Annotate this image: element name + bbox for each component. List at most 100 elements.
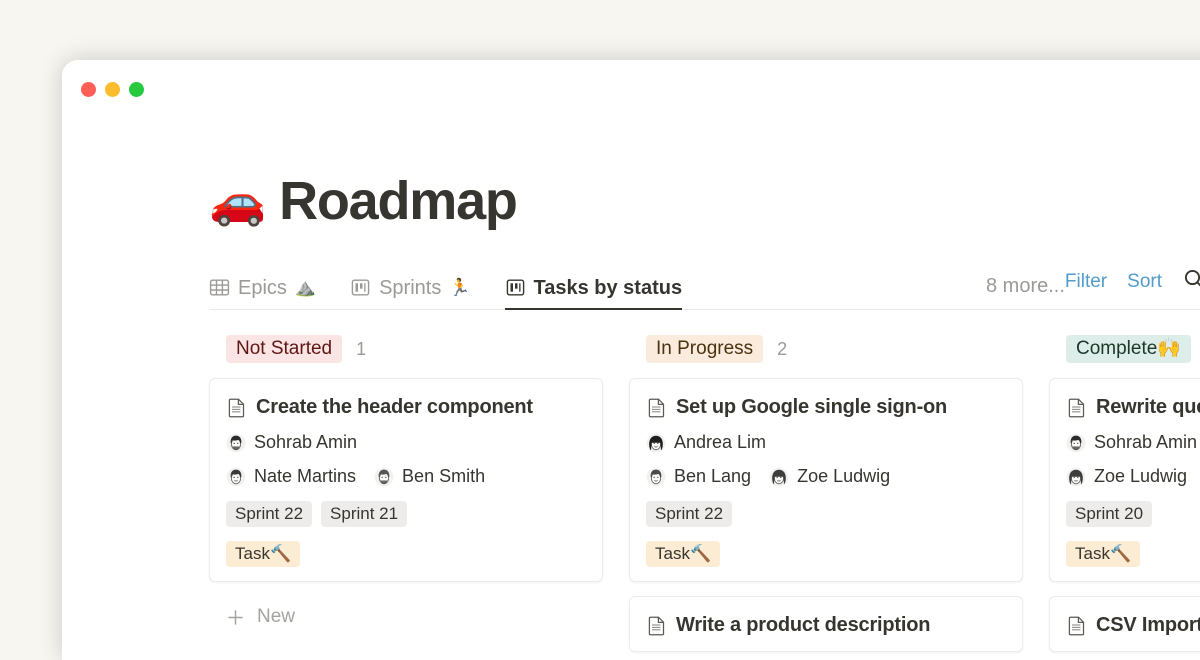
avatar-ben-lang: [646, 467, 666, 487]
column-header: Complete🙌: [1049, 334, 1200, 364]
assignee-row: Nate Martins Ben Smith: [226, 466, 586, 487]
assignee[interactable]: Ben Smith: [374, 466, 485, 487]
tab-tasks-by-status[interactable]: Tasks by status: [505, 277, 699, 309]
avatar-andrea-lim: [646, 433, 666, 453]
assignee[interactable]: Zoe Ludwig: [1066, 466, 1187, 487]
assignee-row: Andrea Lim: [646, 432, 1006, 453]
minimize-button[interactable]: [105, 82, 120, 97]
card-title: Set up Google single sign-on: [646, 395, 1006, 419]
document-icon: [226, 397, 247, 418]
card-title-text: Rewrite query engine: [1096, 395, 1200, 419]
card-title-text: Set up Google single sign-on: [676, 395, 947, 419]
assignee-row: Sohrab Amin: [226, 432, 586, 453]
assignee[interactable]: Nate Martins: [226, 466, 356, 487]
avatar-sohrab-amin: [226, 433, 246, 453]
task-card[interactable]: CSV Import: [1049, 596, 1200, 652]
card-title-text: Write a product description: [676, 613, 930, 637]
traffic-lights: [81, 82, 144, 97]
tab-emoji-icon: ⛰️: [295, 279, 316, 296]
type-tag[interactable]: Task🔨: [646, 541, 720, 567]
tab-epics[interactable]: Epics ⛰️: [209, 277, 332, 309]
sprint-tag-row: Sprint 22: [646, 501, 1006, 527]
tab-sprints[interactable]: Sprints 🏃: [350, 277, 486, 309]
avatar-sohrab-amin: [1066, 433, 1086, 453]
type-tag[interactable]: Task🔨: [1066, 541, 1140, 567]
card-title-text: CSV Import: [1096, 613, 1200, 637]
card-title: CSV Import: [1066, 613, 1200, 637]
board-icon: [505, 277, 526, 298]
type-tag-row: Task🔨: [646, 541, 1006, 567]
table-icon: [209, 277, 230, 298]
tab-label: Sprints: [379, 278, 441, 298]
tab-label: Tasks by status: [534, 278, 683, 298]
assignee-name: Sohrab Amin: [1094, 432, 1197, 453]
assignee-name: Nate Martins: [254, 466, 356, 487]
assignee[interactable]: Ben Lang: [646, 466, 751, 487]
page-title: 🚗 Roadmap: [209, 174, 1200, 228]
assignee-name: Ben Smith: [402, 466, 485, 487]
avatar-nate-martins: [226, 467, 246, 487]
sprint-tag-row: Sprint 20: [1066, 501, 1200, 527]
page-title-text: Roadmap: [279, 174, 517, 228]
type-tag-row: Task🔨: [1066, 541, 1200, 567]
view-toolbar: Filter Sort: [1065, 267, 1200, 309]
tab-emoji-icon: 🏃: [449, 279, 470, 296]
task-card[interactable]: Rewrite query engine Sohrab Amin Zoe Ludwi…: [1049, 378, 1200, 582]
column-count: 1: [356, 339, 366, 360]
type-tag-row: Task🔨: [226, 541, 586, 567]
status-badge: Not Started: [226, 335, 342, 363]
assignee-name: Zoe Ludwig: [797, 466, 890, 487]
assignee[interactable]: Zoe Ludwig: [769, 466, 890, 487]
column-header: Not Started 1: [209, 334, 603, 364]
window-titlebar: [62, 60, 1200, 118]
sprint-tag[interactable]: Sprint 22: [226, 501, 312, 527]
board-column: Not Started 1 Create the header component S…: [209, 334, 603, 660]
sort-button[interactable]: Sort: [1127, 271, 1162, 293]
assignee-row: Ben Lang Zoe Ludwig: [646, 466, 1006, 487]
assignee[interactable]: Sohrab Amin: [226, 432, 357, 453]
close-button[interactable]: [81, 82, 96, 97]
assignee-name: Zoe Ludwig: [1094, 466, 1187, 487]
maximize-button[interactable]: [129, 82, 144, 97]
type-tag[interactable]: Task🔨: [226, 541, 300, 567]
assignee-row: Sohrab Amin: [1066, 432, 1200, 453]
assignee-name: Sohrab Amin: [254, 432, 357, 453]
filter-button[interactable]: Filter: [1065, 271, 1107, 293]
assignee[interactable]: Andrea Lim: [646, 432, 766, 453]
board-icon: [350, 277, 371, 298]
status-badge: Complete🙌: [1066, 335, 1191, 363]
add-new-card-button[interactable]: New: [209, 596, 603, 628]
add-new-card-label: New: [257, 606, 295, 628]
page-content: 🚗 Roadmap Epics ⛰️ Sprints 🏃 Tasks by status…: [62, 174, 1200, 660]
more-views-button[interactable]: 8 more...: [986, 275, 1065, 309]
task-card[interactable]: Write a product description: [629, 596, 1023, 652]
app-window: 🚗 Roadmap Epics ⛰️ Sprints 🏃 Tasks by status…: [62, 60, 1200, 660]
card-title: Write a product description: [646, 613, 1006, 637]
assignee-name: Ben Lang: [674, 466, 751, 487]
avatar-ben-smith: [374, 467, 394, 487]
sprint-tag-row: Sprint 22 Sprint 21: [226, 501, 586, 527]
plus-icon: [226, 608, 245, 627]
assignee-row: Zoe Ludwig: [1066, 466, 1200, 487]
board-column: Complete🙌 Rewrite query engine Sohrab Amin…: [1049, 334, 1200, 660]
card-title-text: Create the header component: [256, 395, 533, 419]
sprint-tag[interactable]: Sprint 22: [646, 501, 732, 527]
kanban-board: Not Started 1 Create the header component S…: [209, 334, 1200, 660]
column-header: In Progress 2: [629, 334, 1023, 364]
avatar-zoe-ludwig: [1066, 467, 1086, 487]
card-title: Rewrite query engine: [1066, 395, 1200, 419]
view-tabs: Epics ⛰️ Sprints 🏃 Tasks by status: [209, 277, 986, 309]
task-card[interactable]: Create the header component Sohrab Amin Na…: [209, 378, 603, 582]
board-column: In Progress 2 Set up Google single sign-on…: [629, 334, 1023, 660]
status-badge: In Progress: [646, 335, 763, 363]
document-icon: [1066, 615, 1087, 636]
sprint-tag[interactable]: Sprint 20: [1066, 501, 1152, 527]
task-card[interactable]: Set up Google single sign-on Andrea Lim Be…: [629, 378, 1023, 582]
column-count: 2: [777, 339, 787, 360]
sprint-tag[interactable]: Sprint 21: [321, 501, 407, 527]
avatar-zoe-ludwig: [769, 467, 789, 487]
tab-label: Epics: [238, 278, 287, 298]
search-icon[interactable]: [1182, 267, 1200, 296]
car-icon: 🚗: [209, 178, 265, 224]
assignee[interactable]: Sohrab Amin: [1066, 432, 1197, 453]
